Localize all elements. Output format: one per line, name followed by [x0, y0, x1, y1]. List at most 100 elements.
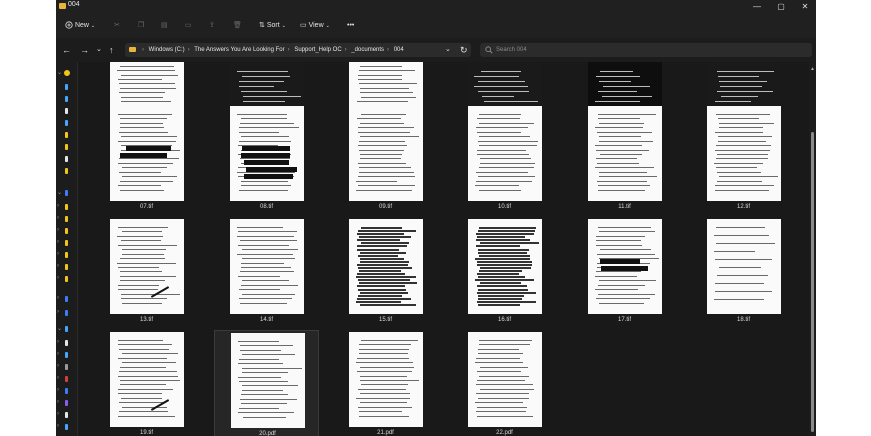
cut-icon[interactable]: ✂: [114, 19, 120, 33]
more-options-button[interactable]: •••: [347, 19, 354, 33]
nav-item-icon[interactable]: [65, 156, 68, 162]
file-item[interactable]: 16.tif: [452, 217, 557, 330]
share-icon[interactable]: ⇪: [209, 19, 215, 33]
file-item[interactable]: 20.pdf: [214, 330, 319, 436]
expand-chevron-icon[interactable]: ›: [57, 363, 59, 369]
copy-icon[interactable]: ❐: [138, 19, 144, 33]
expand-chevron-icon[interactable]: ›: [57, 227, 59, 233]
file-item[interactable]: 11.tif: [572, 104, 677, 217]
nav-item-icon[interactable]: [65, 424, 68, 430]
search-input[interactable]: Search 004: [480, 43, 812, 57]
nav-item-icon[interactable]: [65, 412, 68, 418]
expand-chevron-icon[interactable]: ›: [57, 295, 59, 301]
nav-item-icon[interactable]: [65, 340, 68, 346]
nav-item-icon[interactable]: [65, 296, 68, 302]
nav-item-icon[interactable]: [65, 204, 68, 210]
nav-item-icon[interactable]: [65, 376, 68, 382]
expand-chevron-icon[interactable]: ›: [57, 239, 59, 245]
file-item[interactable]: 09.tif: [333, 104, 438, 217]
nav-item-icon[interactable]: [65, 364, 68, 370]
nav-item-icon[interactable]: [65, 120, 68, 126]
delete-icon[interactable]: 🗑: [233, 19, 242, 33]
expand-chevron-icon[interactable]: ›: [57, 275, 59, 281]
breadcrumb-item[interactable]: Windows (C:): [149, 47, 185, 53]
nav-item-icon[interactable]: [65, 84, 68, 90]
address-bar[interactable]: › Windows (C:) › The Answers You Are Look…: [125, 43, 471, 57]
up-button[interactable]: ↑: [109, 44, 114, 56]
file-name: 10.tif: [497, 204, 511, 210]
expand-chevron-icon[interactable]: ›: [57, 263, 59, 269]
file-item[interactable]: 08.tif: [214, 104, 319, 217]
minimize-button[interactable]: —: [746, 0, 768, 13]
file-item[interactable]: 22.pdf: [452, 330, 557, 436]
nav-item-icon[interactable]: [65, 216, 68, 222]
file-item[interactable]: 18.tif: [691, 217, 796, 330]
scrollbar-thumb[interactable]: [811, 132, 814, 432]
file-item[interactable]: 21.pdf: [333, 330, 438, 436]
file-item[interactable]: 12.tif: [691, 104, 796, 217]
file-name: 15.tif: [378, 317, 392, 323]
breadcrumb-item[interactable]: Support_Help OC: [294, 47, 341, 53]
expand-chevron-icon[interactable]: ›: [57, 251, 59, 257]
nav-item-icon[interactable]: [65, 400, 68, 406]
file-item[interactable]: 19.tif: [94, 330, 199, 436]
close-button[interactable]: ✕: [794, 0, 816, 13]
expand-chevron-icon[interactable]: ›: [57, 399, 59, 405]
sort-button[interactable]: ⇅ Sort ⌄: [259, 19, 286, 33]
nav-item-icon[interactable]: [65, 388, 68, 394]
expand-chevron-icon[interactable]: ⌄: [57, 189, 62, 196]
nav-item-icon[interactable]: [65, 326, 68, 332]
expand-chevron-icon[interactable]: ›: [57, 375, 59, 381]
nav-item-icon[interactable]: [65, 264, 68, 270]
file-item[interactable]: 17.tif: [572, 217, 677, 330]
file-item[interactable]: 07.tif: [94, 104, 199, 217]
expand-chevron-icon[interactable]: ›: [57, 387, 59, 393]
vertical-scrollbar[interactable]: ▲: [809, 62, 816, 436]
maximize-button[interactable]: ▢: [770, 0, 792, 13]
nav-item-icon[interactable]: [65, 310, 68, 316]
expand-chevron-icon[interactable]: ›: [57, 339, 59, 345]
nav-item-icon[interactable]: [64, 70, 70, 76]
expand-chevron-icon[interactable]: ›: [57, 423, 59, 429]
expand-chevron-icon[interactable]: ⌄: [57, 69, 62, 76]
expand-chevron-icon[interactable]: ⌄: [57, 325, 62, 332]
expand-chevron-icon[interactable]: ›: [57, 309, 59, 315]
refresh-button[interactable]: ↻: [460, 44, 468, 56]
paste-icon[interactable]: ▤: [161, 19, 168, 33]
nav-item-icon[interactable]: [65, 168, 68, 174]
file-item[interactable]: 14.tif: [214, 217, 319, 330]
nav-item-icon[interactable]: [65, 352, 68, 358]
nav-item-icon[interactable]: [65, 252, 68, 258]
expand-chevron-icon[interactable]: ›: [57, 411, 59, 417]
breadcrumb-item[interactable]: 004: [394, 47, 404, 53]
nav-item-icon[interactable]: [65, 96, 68, 102]
sort-label: Sort: [266, 22, 280, 29]
file-item[interactable]: 13.tif: [94, 217, 199, 330]
nav-item-icon[interactable]: [65, 108, 68, 114]
breadcrumb-item[interactable]: _documents: [351, 47, 384, 53]
nav-item-icon[interactable]: [65, 190, 68, 196]
rename-icon[interactable]: ▭: [185, 19, 192, 33]
forward-button[interactable]: →: [80, 44, 89, 56]
nav-item-icon[interactable]: [65, 228, 68, 234]
file-name: 19.tif: [139, 430, 153, 436]
nav-item-icon[interactable]: [65, 144, 68, 150]
expand-chevron-icon[interactable]: ›: [57, 215, 59, 221]
expand-chevron-icon[interactable]: ›: [57, 203, 59, 209]
plus-circle-icon: [65, 21, 73, 29]
nav-item-icon[interactable]: [65, 276, 68, 282]
file-item[interactable]: 10.tif: [452, 104, 557, 217]
nav-item-icon[interactable]: [65, 240, 68, 246]
file-name: 16.tif: [497, 317, 511, 323]
breadcrumb-item[interactable]: The Answers You Are Looking For: [194, 47, 284, 53]
recent-locations-button[interactable]: ⌄: [96, 44, 102, 56]
new-button[interactable]: New ⌄: [65, 19, 95, 33]
back-button[interactable]: ←: [62, 44, 71, 56]
view-button[interactable]: ▭ View ⌄: [300, 19, 330, 33]
search-icon: [485, 46, 493, 54]
expand-chevron-icon[interactable]: ›: [57, 351, 59, 357]
address-dropdown-button[interactable]: ⌄: [445, 44, 451, 56]
nav-item-icon[interactable]: [65, 132, 68, 138]
scroll-up-arrow-icon[interactable]: ▲: [810, 66, 815, 72]
file-item[interactable]: 15.tif: [333, 217, 438, 330]
